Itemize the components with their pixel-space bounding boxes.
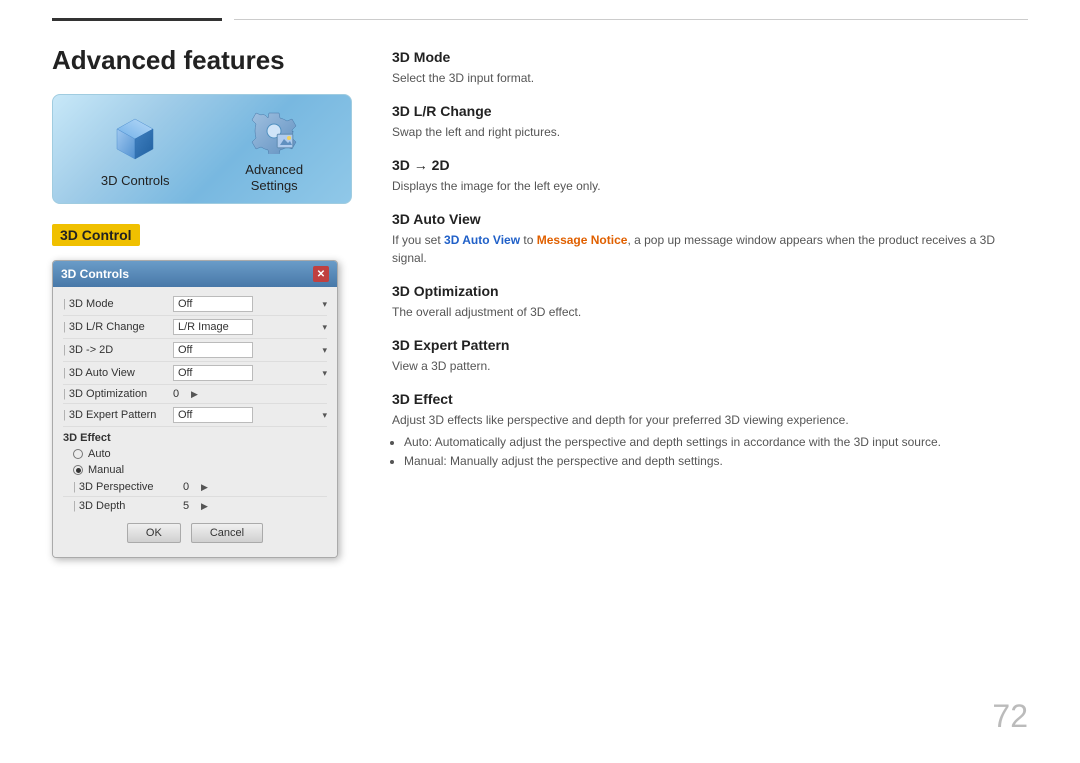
right-column: 3D Mode Select the 3D input format. 3D L…: [392, 45, 1028, 763]
inline-orange-msg-notice: Message Notice: [537, 233, 628, 247]
dropdown-arrow-3d-2d: ▾: [322, 345, 327, 356]
feature-title-3d-mode: 3D Mode: [392, 49, 1028, 65]
dialog-slider-3d-perspective[interactable]: 0 ▶: [183, 481, 208, 493]
icon-label-3d-controls: 3D Controls: [101, 173, 170, 189]
dialog-label-3d-lr: 3D L/R Change: [63, 321, 173, 333]
dialog-row-3d-2d: 3D -> 2D Off ▾: [63, 339, 327, 362]
dialog-val-3d-perspective: 0: [183, 481, 197, 493]
dialog-slider-3d-opt[interactable]: 0 ▶: [173, 388, 198, 400]
dialog-select-val-3d-mode: Off: [173, 296, 253, 312]
inline-blue-manual: Manual: [404, 454, 443, 468]
dialog-label-3d-depth: 3D Depth: [73, 500, 183, 512]
feature-3d-effect: 3D Effect Adjust 3D effects like perspec…: [392, 391, 1028, 471]
dialog-arrow-3d-perspective: ▶: [201, 482, 208, 493]
dialog-arrow-3d-depth: ▶: [201, 501, 208, 512]
dialog-effect-label: 3D Effect: [63, 427, 327, 446]
dialog-label-3d-mode: 3D Mode: [63, 298, 173, 310]
dialog-select-3d-auto-view[interactable]: Off ▾: [173, 365, 327, 381]
section-heading: 3D Control: [52, 224, 140, 246]
feature-desc-3d-optimization: The overall adjustment of 3D effect.: [392, 303, 1028, 321]
feature-title-3d-expert-pattern: 3D Expert Pattern: [392, 337, 1028, 353]
dialog-val-3d-opt: 0: [173, 388, 187, 400]
dialog-row-3d-depth: 3D Depth 5 ▶: [63, 497, 327, 515]
feature-3d-to-2d: 3D → 2D Displays the image for the left …: [392, 157, 1028, 195]
icon-label-advanced-settings: Advanced Settings: [245, 162, 303, 193]
dialog-cancel-button[interactable]: Cancel: [191, 523, 263, 543]
page-title: Advanced features: [52, 45, 352, 76]
feature-desc-3d-lr: Swap the left and right pictures.: [392, 123, 1028, 141]
dropdown-arrow-3d-auto-view: ▾: [322, 368, 327, 379]
dialog-buttons: OK Cancel: [63, 515, 327, 547]
feature-3d-lr: 3D L/R Change Swap the left and right pi…: [392, 103, 1028, 141]
dialog-radio-manual[interactable]: Manual: [63, 462, 327, 478]
main-content: Advanced features: [0, 21, 1080, 763]
dialog-ok-button[interactable]: OK: [127, 523, 181, 543]
bullet-auto: Auto: Automatically adjust the perspecti…: [404, 433, 1028, 452]
dialog-label-3d-expert: 3D Expert Pattern: [63, 409, 173, 421]
dialog-select-3d-mode[interactable]: Off ▾: [173, 296, 327, 312]
feature-3d-auto-view: 3D Auto View If you set 3D Auto View to …: [392, 211, 1028, 267]
feature-desc-3d-auto-view: If you set 3D Auto View to Message Notic…: [392, 231, 1028, 267]
inline-blue-auto: Auto: [404, 435, 429, 449]
dialog-select-3d-expert[interactable]: Off ▾: [173, 407, 327, 423]
feature-3d-mode: 3D Mode Select the 3D input format.: [392, 49, 1028, 87]
dropdown-arrow-3d-mode: ▾: [322, 299, 327, 310]
dialog-arrow-3d-opt: ▶: [191, 389, 198, 400]
dialog-select-val-3d-expert: Off: [173, 407, 253, 423]
bullet-manual: Manual: Manually adjust the perspective …: [404, 452, 1028, 471]
dialog-slider-3d-depth[interactable]: 5 ▶: [183, 500, 208, 512]
dropdown-arrow-3d-lr: ▾: [322, 322, 327, 333]
feature-title-3d-auto-view: 3D Auto View: [392, 211, 1028, 227]
dialog-3d-controls: 3D Controls ✕ 3D Mode Off ▾ 3D L/R Chan: [52, 260, 338, 558]
dialog-select-val-3d-lr: L/R Image: [173, 319, 253, 335]
feature-title-3d-effect: 3D Effect: [392, 391, 1028, 407]
radio-auto-circle: [73, 449, 83, 459]
dialog-row-3d-perspective: 3D Perspective 0 ▶: [63, 478, 327, 497]
feature-desc-3d-expert-pattern: View a 3D pattern.: [392, 357, 1028, 375]
radio-manual-label: Manual: [88, 464, 124, 476]
top-line-long: [234, 19, 1028, 20]
dialog-row-3d-mode: 3D Mode Off ▾: [63, 293, 327, 316]
dialog-row-3d-auto-view: 3D Auto View Off ▾: [63, 362, 327, 385]
feature-3d-expert-pattern: 3D Expert Pattern View a 3D pattern.: [392, 337, 1028, 375]
left-column: Advanced features: [52, 45, 352, 763]
dialog-body: 3D Mode Off ▾ 3D L/R Change L/R Image ▾: [53, 287, 337, 557]
dialog-titlebar: 3D Controls ✕: [53, 261, 337, 287]
feature-3d-optimization: 3D Optimization The overall adjustment o…: [392, 283, 1028, 321]
feature-title-3d-lr: 3D L/R Change: [392, 103, 1028, 119]
feature-bullets-3d-effect: Auto: Automatically adjust the perspecti…: [392, 433, 1028, 471]
dialog-row-3d-opt: 3D Optimization 0 ▶: [63, 385, 327, 404]
page-number: 72: [992, 698, 1028, 735]
dialog-select-val-3d-2d: Off: [173, 342, 253, 358]
dialog-label-3d-opt: 3D Optimization: [63, 388, 173, 400]
dropdown-arrow-3d-expert: ▾: [322, 410, 327, 421]
icon-item-3d-controls[interactable]: 3D Controls: [101, 113, 170, 189]
dialog-radio-auto[interactable]: Auto: [63, 446, 327, 462]
gear-icon: [251, 108, 297, 154]
dialog-val-3d-depth: 5: [183, 500, 197, 512]
dialog-row-3d-lr: 3D L/R Change L/R Image ▾: [63, 316, 327, 339]
dialog-label-3d-perspective: 3D Perspective: [73, 481, 183, 493]
icon-item-advanced-settings[interactable]: Advanced Settings: [245, 108, 303, 193]
dialog-label-3d-2d: 3D -> 2D: [63, 344, 173, 356]
feature-title-3d-to-2d: 3D → 2D: [392, 157, 1028, 173]
dialog-row-3d-expert: 3D Expert Pattern Off ▾: [63, 404, 327, 427]
page-container: Advanced features: [0, 0, 1080, 763]
feature-title-3d-optimization: 3D Optimization: [392, 283, 1028, 299]
dialog-label-3d-auto-view: 3D Auto View: [63, 367, 173, 379]
dialog-close-button[interactable]: ✕: [313, 266, 329, 282]
feature-desc-3d-to-2d: Displays the image for the left eye only…: [392, 177, 1028, 195]
dialog-title: 3D Controls: [61, 267, 129, 281]
top-decorative-lines: [0, 0, 1080, 21]
cube-icon: [109, 113, 161, 165]
feature-desc-3d-mode: Select the 3D input format.: [392, 69, 1028, 87]
dialog-select-3d-2d[interactable]: Off ▾: [173, 342, 327, 358]
dialog-select-3d-lr[interactable]: L/R Image ▾: [173, 319, 327, 335]
feature-desc-3d-effect: Adjust 3D effects like perspective and d…: [392, 411, 1028, 429]
inline-blue-auto-view: 3D Auto View: [444, 233, 520, 247]
radio-auto-label: Auto: [88, 448, 111, 460]
icon-panel: 3D Controls: [52, 94, 352, 204]
radio-manual-circle: [73, 465, 83, 475]
dialog-select-val-3d-auto-view: Off: [173, 365, 253, 381]
